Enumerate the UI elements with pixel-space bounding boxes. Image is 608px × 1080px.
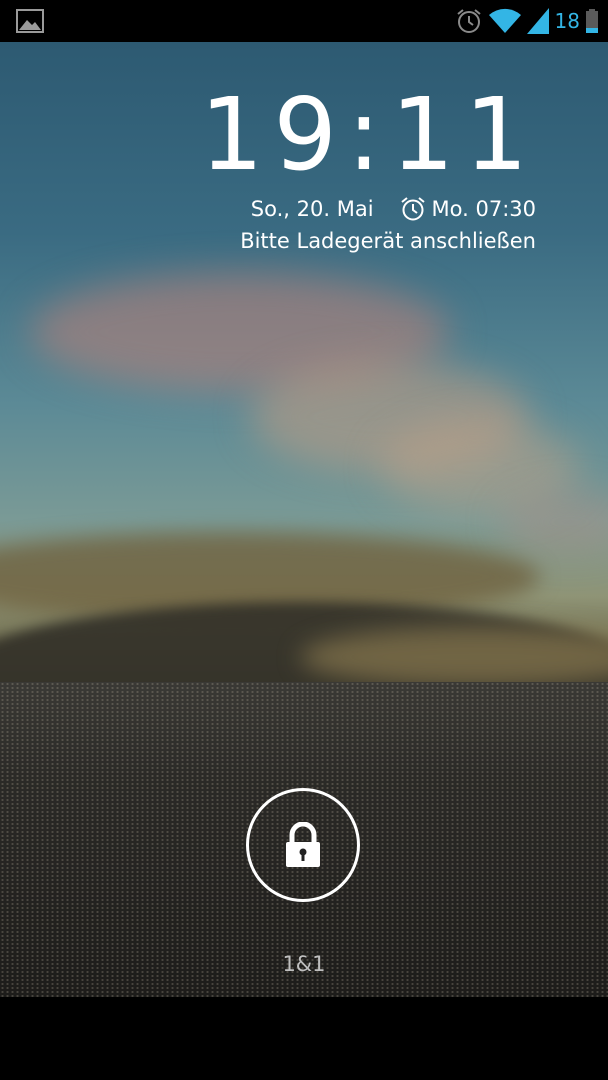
bottom-bar: [0, 997, 608, 1080]
carrier-label: 1&1: [282, 952, 326, 976]
status-icons: 18: [455, 6, 598, 36]
status-bar: 18: [0, 0, 608, 42]
charge-message: Bitte Ladegerät anschließen: [240, 229, 536, 253]
wifi-icon: [488, 8, 521, 33]
signal-icon: [526, 8, 549, 34]
alarm-clock-icon: [400, 197, 425, 221]
battery-level: 18: [554, 9, 580, 33]
alarm-icon: [456, 9, 481, 33]
date-text: So., 20. Mai: [250, 197, 374, 221]
lockscreen-clock: 19:11: [199, 76, 538, 193]
padlock-icon: [286, 822, 320, 867]
unlock-handle[interactable]: [246, 788, 360, 902]
gallery-notification-icon: [16, 9, 44, 33]
date-row: So., 20. Mai Mo. 07:30: [251, 196, 536, 222]
battery-icon: [586, 9, 598, 33]
next-alarm: Mo. 07:30: [400, 196, 536, 222]
alarm-text: Mo. 07:30: [431, 197, 536, 221]
